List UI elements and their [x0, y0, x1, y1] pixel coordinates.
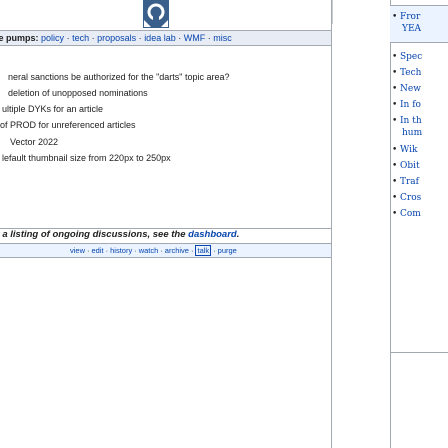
column-divider [331, 0, 332, 448]
list-item[interactable]: ultiple DYKs for an article [2, 103, 103, 115]
list-item[interactable]: Vector 2022 [10, 136, 58, 148]
action-archive[interactable]: archive [165, 246, 189, 255]
right-item[interactable]: • In fo [392, 100, 421, 111]
right-item[interactable]: • Spec [392, 52, 422, 63]
signpost-logo[interactable] [139, 0, 173, 28]
logo-icon [143, 0, 169, 28]
list-item[interactable]: lefault thumbnail size from 220px to 250… [2, 152, 171, 164]
pumps-link-idea-lab[interactable]: idea lab [144, 33, 176, 43]
right-panel: • Fror YEA • Spec • Tech • New • In fo • In th… [390, 0, 448, 448]
main-content: ge pumps: policy · tech · proposals · id… [0, 0, 331, 448]
pumps-link-policy[interactable]: policy [41, 33, 64, 43]
pumps-link-wmf[interactable]: WMF [184, 33, 206, 43]
pumps-link-misc[interactable]: misc [213, 33, 232, 43]
dashboard-notice-prefix: r a listing of ongoing discussions, see … [0, 229, 189, 240]
right-item[interactable]: • Wik [392, 145, 417, 156]
right-item-sub[interactable]: hum [402, 128, 422, 139]
dashboard-link[interactable]: dashboard [188, 229, 237, 240]
action-history[interactable]: history [110, 246, 132, 255]
page-actions-bar: view · edit · history · watch · archive · talk · pur… [0, 243, 331, 258]
list-item[interactable]: deletion of unopposed nominations [8, 87, 148, 99]
pumps-link-proposals[interactable]: proposals [97, 33, 136, 43]
action-view[interactable]: view [70, 246, 85, 255]
village-pumps-bar: ge pumps: policy · tech · proposals · id… [0, 30, 331, 46]
action-purge[interactable]: purge [218, 246, 237, 255]
pumps-label: ge pumps: [0, 33, 39, 43]
dashboard-notice: r a listing of ongoing discussions, see … [0, 228, 331, 241]
right-item[interactable]: • Obit [392, 161, 420, 172]
right-item[interactable]: • Fror [392, 12, 420, 23]
pumps-link-tech[interactable]: tech [72, 33, 89, 43]
right-item[interactable]: • Cros [392, 193, 421, 204]
right-item[interactable]: • Tech [392, 68, 421, 79]
list-item[interactable]: neral sanctions be authorized for the "d… [8, 71, 230, 83]
list-item[interactable]: of PROD for unreferenced articles [0, 119, 136, 131]
action-talk[interactable]: talk [195, 245, 212, 256]
action-watch[interactable]: watch [139, 246, 159, 255]
right-item-sub[interactable]: YEA [402, 24, 421, 35]
right-item[interactable]: • Com [392, 209, 421, 220]
right-panel-bottom-border [390, 352, 448, 353]
right-item[interactable]: • Traf [392, 177, 419, 188]
right-item[interactable]: • In th [392, 116, 422, 127]
dashboard-notice-suffix: . [236, 229, 240, 240]
right-item[interactable]: • New [392, 84, 421, 95]
action-edit[interactable]: edit [92, 246, 104, 255]
